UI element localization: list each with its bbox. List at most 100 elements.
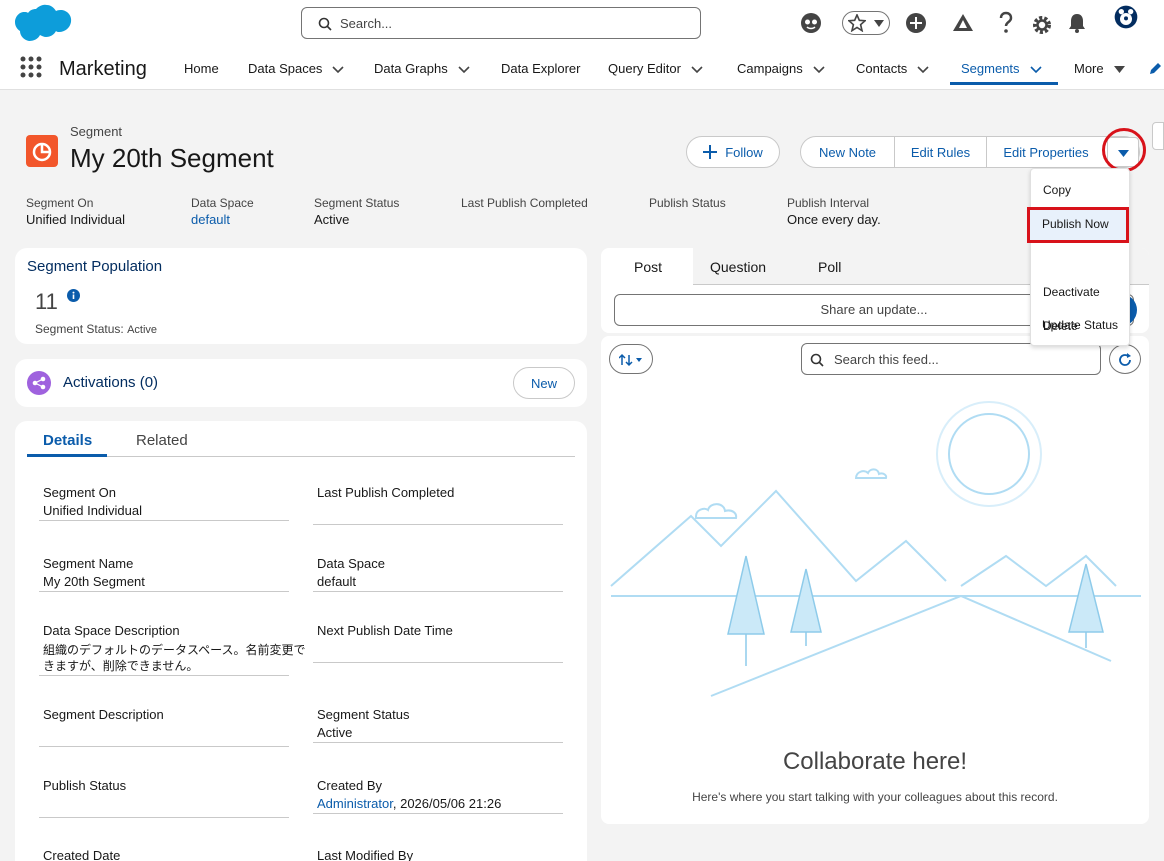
field-label-segment-description: Segment Description	[43, 707, 164, 722]
menu-item-copy[interactable]: Copy	[1043, 183, 1071, 197]
hl-label-publish-status: Publish Status	[649, 196, 726, 210]
hl-value-data-space-link[interactable]: default	[191, 212, 230, 227]
nav-item-query-editor[interactable]: Query Editor	[608, 61, 703, 76]
nav-item-data-spaces[interactable]: Data Spaces	[248, 61, 345, 76]
chevron-down-icon[interactable]	[691, 65, 703, 74]
refresh-button[interactable]	[1109, 344, 1141, 374]
menu-item-update-status[interactable]: Update Status	[1042, 318, 1118, 332]
created-by-date: , 2026/05/06 21:26	[392, 796, 502, 811]
empty-feed-illustration	[610, 401, 1141, 697]
edit-nav-icon[interactable]	[1148, 62, 1162, 76]
status-value: Active	[127, 324, 158, 336]
favorites-button[interactable]	[842, 11, 890, 35]
field-label-data-space: Data Space	[317, 556, 385, 571]
menu-item-publish-now[interactable]: Publish Now	[1027, 207, 1129, 243]
field-divider	[39, 746, 289, 747]
nav-item-data-graphs[interactable]: Data Graphs	[374, 61, 470, 76]
refresh-icon	[1119, 353, 1131, 366]
population-status: Segment Status: Active	[35, 322, 157, 336]
field-label-segment-on: Segment On	[43, 485, 116, 500]
tab-divider	[107, 456, 575, 457]
field-value-created-by: Administrator, 2026/05/06 21:26	[317, 796, 501, 811]
nav-item-more[interactable]: More	[1074, 61, 1125, 76]
add-icon[interactable]	[905, 11, 927, 35]
nav-label: More	[1074, 61, 1104, 76]
bell-icon[interactable]	[1067, 11, 1087, 35]
status-label: Segment Status:	[35, 322, 124, 336]
avatar[interactable]	[1108, 5, 1144, 29]
global-header: Search...	[0, 0, 1164, 48]
field-label-last-modified-by: Last Modified By	[317, 848, 414, 861]
menu-item-deactivate[interactable]: Deactivate	[1043, 285, 1100, 299]
salesforce-logo[interactable]	[12, 3, 72, 46]
object-type-label: Segment	[70, 124, 123, 139]
record-title: My 20th Segment	[70, 143, 274, 173]
population-title: Segment Population	[27, 258, 163, 275]
hl-label-publish-interval: Publish Interval	[787, 196, 870, 210]
chevron-down-icon[interactable]	[813, 65, 825, 74]
app-name: Marketing	[59, 58, 147, 80]
field-divider	[39, 817, 289, 818]
gear-icon[interactable]	[1032, 13, 1052, 37]
feed-search-placeholder: Search this feed...	[834, 352, 939, 367]
field-label-next-publish: Next Publish Date Time	[317, 623, 453, 638]
activations-title[interactable]: Activations (0)	[63, 374, 158, 391]
sort-icon	[619, 353, 642, 367]
follow-button[interactable]: Follow	[686, 136, 780, 168]
field-divider	[313, 813, 563, 814]
nav-item-data-explorer[interactable]: Data Explorer	[501, 61, 580, 76]
population-count: 11	[35, 289, 58, 314]
field-value-ds-description-line1: 組織のデフォルトのデータスペース。名前変更で	[43, 643, 306, 657]
active-tab-indicator	[950, 82, 1058, 85]
field-divider	[313, 524, 563, 525]
chevron-down-icon[interactable]	[1029, 65, 1042, 74]
astro-icon[interactable]	[799, 11, 823, 35]
app-launcher-icon[interactable]	[20, 56, 42, 78]
caret-down-icon	[1113, 65, 1125, 73]
edit-properties-button[interactable]: Edit Properties	[987, 137, 1105, 167]
nav-item-contacts[interactable]: Contacts	[856, 61, 929, 76]
chevron-down-icon[interactable]	[458, 65, 470, 74]
utility-panel-toggle[interactable]	[1152, 122, 1164, 150]
tab-poll[interactable]: Poll	[818, 259, 841, 275]
nav-label: Campaigns	[737, 61, 803, 76]
trailhead-icon[interactable]	[951, 11, 975, 35]
field-value-segment-name: My 20th Segment	[43, 574, 145, 589]
new-note-button[interactable]: New Note	[801, 137, 895, 167]
help-icon[interactable]	[999, 11, 1013, 35]
feed-search-input[interactable]: Search this feed...	[801, 343, 1101, 375]
empty-feed-title: Collaborate here!	[782, 748, 968, 775]
hl-label-last-publish: Last Publish Completed	[461, 196, 588, 210]
tab-question[interactable]: Question	[710, 259, 766, 275]
nav-item-segments[interactable]: Segments	[961, 61, 1042, 76]
tab-post[interactable]: Post	[634, 259, 662, 275]
nav-label: Data Graphs	[374, 61, 448, 76]
nav-label: Data Spaces	[248, 61, 323, 76]
chevron-down-icon[interactable]	[332, 65, 345, 74]
field-value-data-space-link[interactable]: default	[317, 574, 356, 589]
tab-details[interactable]: Details	[43, 432, 92, 449]
field-label-publish-status: Publish Status	[43, 778, 127, 793]
field-divider	[313, 591, 563, 592]
chevron-down-icon	[874, 20, 884, 27]
created-by-user-link[interactable]: Administrator	[317, 796, 393, 811]
global-search-input[interactable]: Search...	[301, 7, 701, 39]
publish-now-label: Publish Now	[1042, 217, 1109, 231]
tab-related[interactable]: Related	[136, 432, 188, 449]
hl-label-data-space: Data Space	[191, 196, 254, 210]
new-activation-button[interactable]: New	[513, 367, 575, 399]
hl-label-segment-on: Segment On	[26, 196, 94, 210]
field-label-created-by: Created By	[317, 778, 383, 793]
nav-item-home[interactable]: Home	[184, 61, 219, 76]
feed-card: Search this feed... Collaborate here! He…	[601, 336, 1149, 824]
segment-object-icon	[26, 135, 58, 167]
nav-item-campaigns[interactable]: Campaigns	[737, 61, 825, 76]
edit-rules-button[interactable]: Edit Rules	[895, 137, 987, 167]
segment-population-card: Segment Population 11 Segment Status: Ac…	[15, 248, 587, 344]
search-icon	[318, 17, 332, 31]
chevron-down-icon[interactable]	[917, 65, 929, 74]
field-label-last-publish: Last Publish Completed	[317, 485, 455, 500]
sort-button[interactable]	[609, 344, 653, 374]
info-icon[interactable]	[67, 289, 80, 302]
star-icon	[848, 14, 866, 32]
